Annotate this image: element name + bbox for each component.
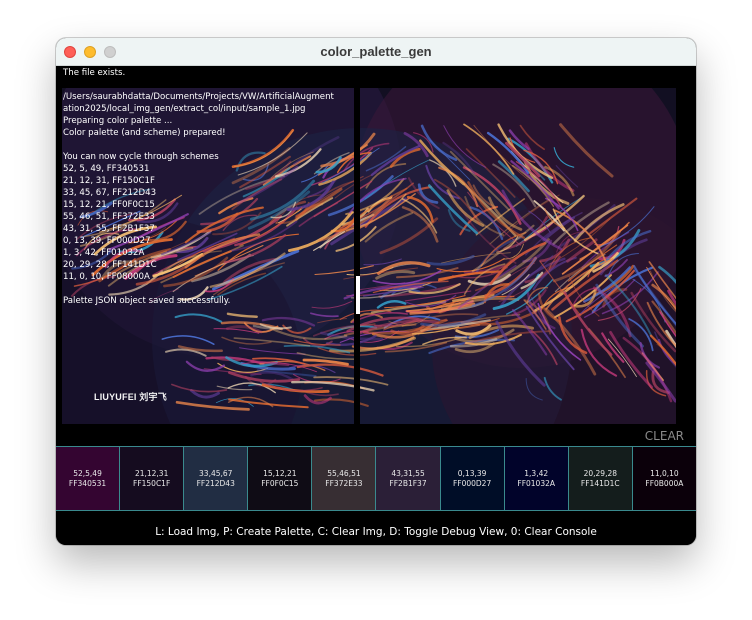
console-line: /Users/saurabhdatta/Documents/Projects/V… xyxy=(63,92,334,102)
keyboard-help-text: L: Load Img, P: Create Palette, C: Clear… xyxy=(155,526,597,538)
swatch-hex-label: FF0B000A xyxy=(645,478,684,488)
swatch-hex-label: FF340531 xyxy=(68,478,107,488)
console-line: 52, 5, 49, FF340531 xyxy=(63,164,150,174)
console-line: 1, 3, 42, FF01032A xyxy=(63,248,145,258)
palette-swatch[interactable]: 0,13,39 FF000D27 xyxy=(440,447,505,510)
image-watermark: LIUYUFEI 刘宇飞 xyxy=(94,392,167,402)
console-line: 15, 12, 21, FF0F0C15 xyxy=(63,200,155,210)
palette-swatch[interactable]: 15,12,21 FF0F0C15 xyxy=(248,447,313,510)
console-line: Palette JSON object saved successfully. xyxy=(63,296,231,306)
swatch-hex-label: FF212D43 xyxy=(196,478,235,488)
console-line: ation2025/local_img_gen/extract_col/inpu… xyxy=(63,104,306,114)
swatch-rgb-label: 0,13,39 xyxy=(457,468,487,478)
debug-console: The file exists. /Users/saurabhdatta/Docu… xyxy=(63,67,363,307)
console-line: 43, 31, 55, FF2B1F37 xyxy=(63,224,155,234)
palette-swatch[interactable]: 21,12,31 FF150C1F xyxy=(120,447,185,510)
console-line: Color palette (and scheme) prepared! xyxy=(63,128,226,138)
swatch-hex-label: FF150C1F xyxy=(133,478,171,488)
app-content: LIUYUFEI 刘宇飞 The file exists. /Users/saur… xyxy=(56,66,696,545)
app-window: color_palette_gen LIUYUFEI 刘宇飞 The file … xyxy=(56,38,696,545)
palette-swatch[interactable]: 11,0,10 FF0B000A xyxy=(632,447,696,510)
swatch-hex-label: FF01032A xyxy=(517,478,556,488)
console-line: 55, 46, 51, FF372E33 xyxy=(63,212,155,222)
palette-swatch[interactable]: 20,29,28 FF141D1C xyxy=(568,447,633,510)
window-title: color_palette_gen xyxy=(320,44,432,59)
swatch-rgb-label: 15,12,21 xyxy=(263,468,297,478)
swatch-rgb-label: 43,31,55 xyxy=(391,468,425,478)
console-line: You can now cycle through schemes xyxy=(63,152,219,162)
console-line: The file exists. xyxy=(63,68,126,78)
swatch-hex-label: FF141D1C xyxy=(580,478,620,488)
palette-swatch[interactable]: 43,31,55 FF2B1F37 xyxy=(376,447,441,510)
swatch-hex-label: FF372E33 xyxy=(325,478,363,488)
swatch-hex-label: FF000D27 xyxy=(452,478,492,488)
console-line: 11, 0, 10, FF08000A xyxy=(63,272,150,282)
console-line: 20, 29, 28, FF141D1C xyxy=(63,260,157,270)
swatch-rgb-label: 55,46,51 xyxy=(327,468,361,478)
swatch-rgb-label: 11,0,10 xyxy=(650,468,679,478)
console-line: 0, 13, 39, FF000D27 xyxy=(63,236,151,246)
clear-label[interactable]: CLEAR xyxy=(645,429,684,443)
palette-swatch[interactable]: 33,45,67 FF212D43 xyxy=(184,447,249,510)
swatch-rgb-label: 20,29,28 xyxy=(583,468,617,478)
palette-swatch[interactable]: 55,46,51 FF372E33 xyxy=(312,447,377,510)
title-bar[interactable]: color_palette_gen xyxy=(56,38,696,66)
swatch-rgb-label: 52,5,49 xyxy=(73,468,102,478)
console-line: 21, 12, 31, FF150C1F xyxy=(63,176,155,186)
palette-swatch[interactable]: 52,5,49 FF340531 xyxy=(56,447,121,510)
swatch-rgb-label: 21,12,31 xyxy=(134,468,169,478)
swatch-rgb-label: 1,3,42 xyxy=(524,468,549,478)
swatch-hex-label: FF0F0C15 xyxy=(261,478,299,488)
console-line: Preparing color palette ... xyxy=(63,116,173,126)
swatch-hex-label: FF2B1F37 xyxy=(389,478,427,488)
console-line: 33, 45, 67, FF212D43 xyxy=(63,188,157,198)
swatch-rgb-label: 33,45,67 xyxy=(199,468,233,478)
palette-swatch[interactable]: 1,3,42 FF01032A xyxy=(504,447,569,510)
color-palette: 52,5,49 FF340531 21,12,31 FF150C1F 33,45,67 F… xyxy=(56,446,696,511)
